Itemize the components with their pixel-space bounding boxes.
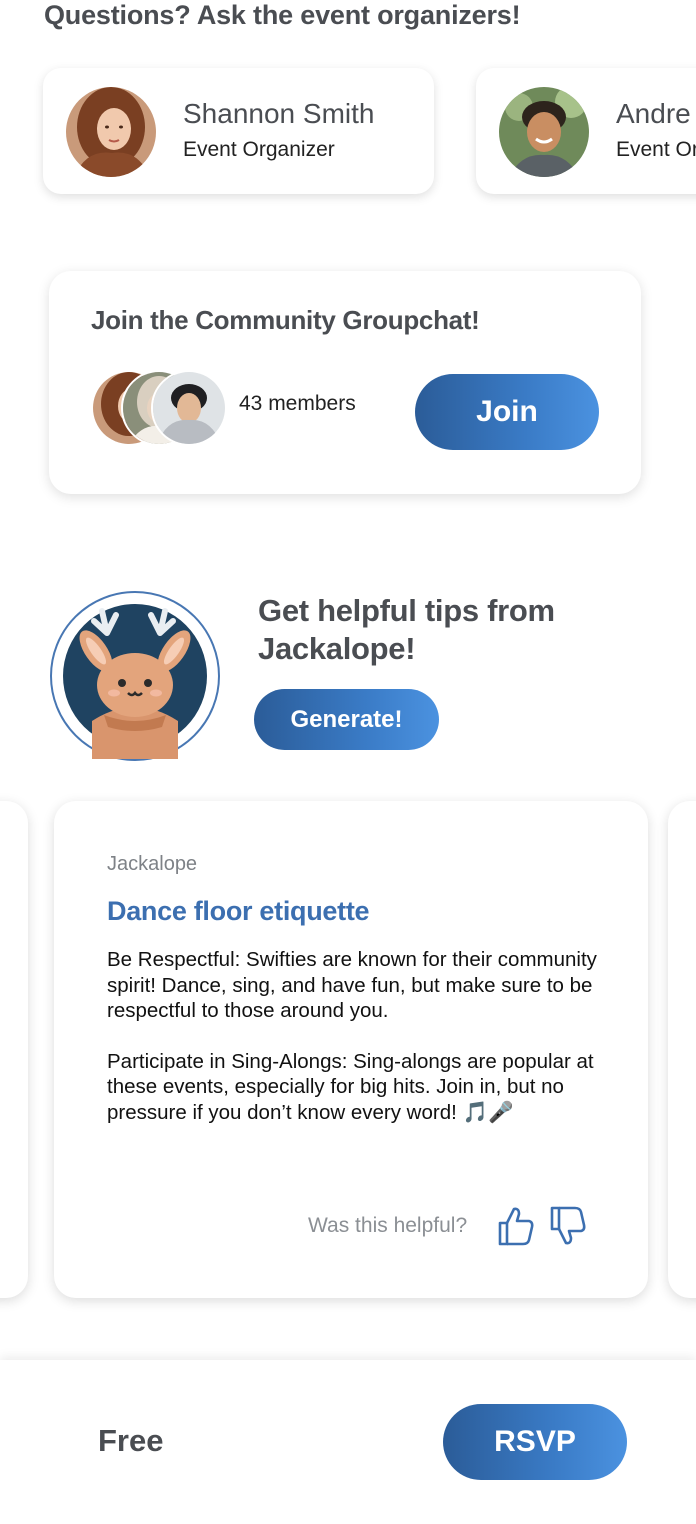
thumbs-up-icon[interactable] bbox=[496, 1205, 536, 1247]
community-groupchat-card: Join the Community Groupchat! 43 members… bbox=[49, 271, 641, 494]
feedback-prompt: Was this helpful? bbox=[308, 1214, 468, 1237]
member-avatars bbox=[91, 370, 227, 446]
join-button[interactable]: Join bbox=[415, 374, 599, 450]
tip-paragraph: Be Respectful: Swifties are known for th… bbox=[107, 948, 597, 1022]
bottom-action-bar: Free RSVP bbox=[0, 1360, 696, 1524]
organizers-heading: Questions? Ask the event organizers! bbox=[44, 0, 521, 30]
avatar bbox=[499, 87, 589, 177]
organizer-role: Event Or bbox=[616, 138, 696, 161]
organizers-carousel[interactable]: Shannon Smith Event Organizer Andre Even… bbox=[0, 68, 696, 198]
avatar bbox=[151, 370, 227, 446]
member-count: 43 members bbox=[239, 392, 356, 415]
organizer-card-shannon[interactable]: Shannon Smith Event Organizer bbox=[43, 68, 434, 194]
tip-card: Jackalope Dance floor etiquette Be Respe… bbox=[54, 801, 648, 1298]
tips-title: Get helpful tips from Jackalope! bbox=[258, 593, 555, 666]
tip-heading: Dance floor etiquette bbox=[107, 896, 370, 926]
thumbs-down-icon[interactable] bbox=[548, 1205, 588, 1247]
price-label: Free bbox=[98, 1423, 164, 1458]
previous-tip-card[interactable] bbox=[0, 801, 28, 1298]
organizer-name: Shannon Smith bbox=[183, 98, 375, 129]
organizer-role: Event Organizer bbox=[183, 138, 335, 161]
event-page: Questions? Ask the event organizers! Sha… bbox=[0, 0, 696, 1524]
generate-button[interactable]: Generate! bbox=[254, 689, 439, 750]
tip-author: Jackalope bbox=[107, 853, 198, 875]
next-tip-card[interactable] bbox=[668, 801, 696, 1298]
avatar bbox=[66, 87, 156, 177]
organizer-card-andre[interactable]: Andre Event Or bbox=[476, 68, 696, 194]
organizer-name: Andre bbox=[616, 98, 691, 129]
jackalope-mascot-icon bbox=[50, 591, 220, 761]
community-title: Join the Community Groupchat! bbox=[91, 305, 480, 335]
rsvp-button[interactable]: RSVP bbox=[443, 1404, 627, 1480]
tip-body: Be Respectful: Swifties are known for th… bbox=[107, 947, 607, 1150]
tip-paragraph: Participate in Sing-Alongs: Sing-alongs … bbox=[107, 1049, 594, 1124]
